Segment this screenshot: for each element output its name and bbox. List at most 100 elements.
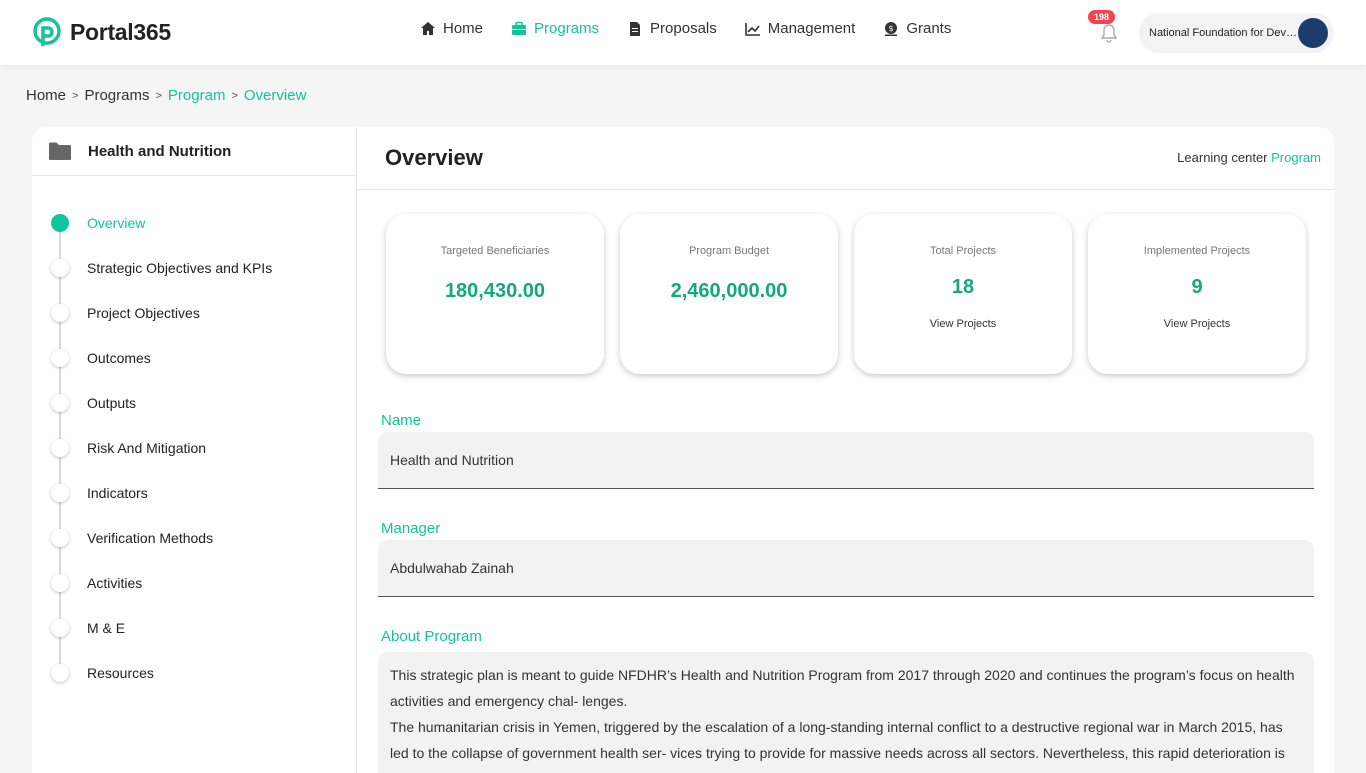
breadcrumb-program[interactable]: Program [168, 87, 226, 104]
step-risk-and-mitigation[interactable]: Risk And Mitigation [51, 438, 356, 484]
notification-bell-icon[interactable] [1098, 22, 1120, 44]
step-label: Verification Methods [87, 530, 214, 546]
step-label: Resources [87, 665, 154, 681]
program-sidebar: Health and Nutrition Overview Strategic … [32, 127, 357, 773]
breadcrumb-home[interactable]: Home [26, 87, 66, 104]
nav-item-management[interactable]: Management [744, 20, 855, 37]
briefcase-icon [512, 21, 527, 35]
step-resources[interactable]: Resources [51, 663, 356, 708]
step-connector [59, 367, 61, 394]
home-icon [421, 21, 435, 35]
step-connector [59, 547, 61, 574]
money-icon: $ [885, 21, 898, 36]
manager-field[interactable]: Abdulwahab Zainah [378, 540, 1314, 597]
org-switcher[interactable]: National Foundation for Development and … [1139, 13, 1334, 53]
nav-label: Proposals [650, 20, 717, 37]
nav-item-proposals[interactable]: Proposals [627, 20, 717, 37]
about-program-field[interactable]: This strategic plan is meant to guide NF… [378, 652, 1314, 773]
card-targeted-beneficiaries: Targeted Beneficiaries 180,430.00 [386, 214, 604, 374]
step-dot [51, 304, 69, 322]
svg-text:$: $ [889, 24, 894, 33]
nav-label: Programs [534, 20, 600, 37]
brand[interactable]: Portal365 [32, 16, 171, 48]
breadcrumb-separator: > [231, 89, 238, 102]
learning-center-label: Learning center [1177, 150, 1268, 165]
view-projects-link[interactable]: View Projects [1088, 318, 1306, 330]
nav-item-home[interactable]: Home [420, 20, 483, 37]
step-m-and-e[interactable]: M & E [51, 618, 356, 664]
breadcrumb-separator: > [155, 89, 162, 102]
breadcrumb-overview: Overview [243, 87, 307, 104]
step-dot [51, 484, 69, 502]
card-label: Targeted Beneficiaries [440, 245, 550, 257]
breadcrumb-separator: > [72, 89, 79, 102]
step-label: Indicators [87, 485, 148, 501]
chart-line-icon [744, 22, 760, 36]
step-strategic-objectives[interactable]: Strategic Objectives and KPIs [51, 258, 356, 304]
step-project-objectives[interactable]: Project Objectives [51, 303, 356, 349]
step-dot [51, 529, 69, 547]
step-label: Risk And Mitigation [87, 440, 207, 456]
name-label: Name [381, 412, 422, 429]
step-verification-methods[interactable]: Verification Methods [51, 528, 356, 574]
stats-cards: Targeted Beneficiaries 180,430.00 Progra… [386, 214, 1306, 374]
step-label: Outputs [87, 395, 137, 411]
org-name: National Foundation for Development and … [1149, 27, 1297, 39]
step-connector [59, 502, 61, 529]
step-label: Activities [87, 575, 143, 591]
overview-header: Overview Learning center Program [357, 127, 1334, 190]
step-overview[interactable]: Overview [51, 213, 356, 259]
document-icon [630, 21, 641, 36]
step-activities[interactable]: Activities [51, 573, 356, 619]
learning-center: Learning center Program [1177, 150, 1321, 165]
card-value: 18 [951, 276, 975, 298]
view-projects-link[interactable]: View Projects [854, 318, 1072, 330]
program-sidebar-header: Health and Nutrition [32, 127, 356, 176]
step-dot [51, 349, 69, 367]
about-paragraph: The humanitarian crisis in Yemen, trigge… [390, 719, 1285, 761]
step-connector [59, 322, 61, 349]
card-label: Program Budget [688, 245, 770, 257]
portal365-logo-icon [33, 17, 61, 46]
step-connector [59, 637, 61, 664]
org-avatar [1298, 18, 1328, 48]
program-steps: Overview Strategic Objectives and KPIs P… [32, 176, 356, 708]
step-dot [51, 574, 69, 592]
card-value: 180,430.00 [444, 280, 546, 302]
card-program-budget: Program Budget 2,460,000.00 [620, 214, 838, 374]
nav-item-grants[interactable]: $ Grants [883, 20, 951, 37]
step-label: Project Objectives [87, 305, 200, 321]
step-label: Strategic Objectives and KPIs [87, 260, 273, 276]
page-title: Overview [385, 145, 483, 170]
folder-icon [49, 142, 71, 160]
step-label: Outcomes [87, 350, 151, 366]
step-dot [51, 664, 69, 682]
step-connector [59, 457, 61, 484]
learning-center-link[interactable]: Program [1271, 150, 1321, 165]
card-implemented-projects: Implemented Projects 9 View Projects [1088, 214, 1306, 374]
step-connector [59, 412, 61, 439]
nav-label: Home [443, 20, 484, 37]
step-label: Overview [87, 215, 146, 231]
card-label: Total Projects [929, 245, 997, 257]
about-paragraph: This strategic plan is meant to guide NF… [390, 667, 1295, 709]
notification-badge: 198 [1088, 10, 1116, 24]
nav-item-programs[interactable]: Programs [511, 20, 599, 37]
step-dot [51, 439, 69, 457]
step-dot [51, 214, 69, 232]
card-label: Implemented Projects [1143, 245, 1251, 257]
card-total-projects: Total Projects 18 View Projects [854, 214, 1072, 374]
step-dot [51, 259, 69, 277]
card-value: 9 [1191, 276, 1203, 298]
breadcrumb-programs[interactable]: Programs [84, 87, 149, 104]
main-nav: Home Programs Proposals Management $ Gra… [420, 20, 951, 37]
overview-panel: Overview Learning center Program Targete… [357, 127, 1334, 773]
brand-name: Portal365 [70, 18, 171, 45]
step-dot [51, 394, 69, 412]
step-indicators[interactable]: Indicators [51, 483, 356, 529]
name-field[interactable]: Health and Nutrition [378, 432, 1314, 489]
about-program-label: About Program [381, 628, 482, 645]
step-connector [59, 232, 61, 259]
step-outcomes[interactable]: Outcomes [51, 348, 356, 394]
step-outputs[interactable]: Outputs [51, 393, 356, 439]
